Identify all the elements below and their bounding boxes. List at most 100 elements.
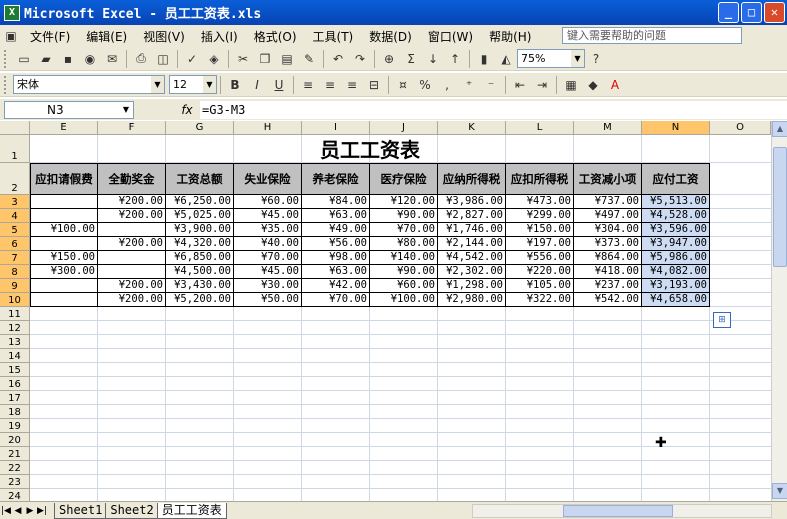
table-cell[interactable]: ¥3,986.00	[438, 195, 506, 209]
row-header[interactable]: 6	[0, 237, 30, 251]
hyperlink-icon[interactable]: ⊕	[379, 49, 399, 69]
borders-icon[interactable]: ▦	[561, 75, 581, 95]
chevron-down-icon[interactable]: ▼	[571, 50, 584, 67]
close-button[interactable]: ✕	[764, 2, 785, 23]
table-cell[interactable]: ¥56.00	[302, 237, 370, 251]
percent-icon[interactable]: %	[415, 75, 435, 95]
autofill-options-icon[interactable]: ⊞	[713, 312, 731, 328]
column-label[interactable]: 应纳所得税	[438, 163, 506, 195]
column-header-n[interactable]: N	[642, 121, 710, 135]
table-cell[interactable]: ¥140.00	[370, 251, 438, 265]
column-label[interactable]: 应扣所得税	[506, 163, 574, 195]
column-label[interactable]: 医疗保险	[370, 163, 438, 195]
column-header-j[interactable]: J	[370, 121, 438, 135]
email-icon[interactable]: ✉	[102, 49, 122, 69]
table-cell[interactable]: ¥5,513.00	[642, 195, 710, 209]
autosum-icon[interactable]: Σ	[401, 49, 421, 69]
row-header[interactable]: 5	[0, 223, 30, 237]
row-header[interactable]: 20	[0, 433, 30, 447]
table-cell[interactable]: ¥100.00	[370, 293, 438, 307]
table-cell[interactable]: ¥1,746.00	[438, 223, 506, 237]
table-cell[interactable]	[30, 195, 98, 209]
toolbar-grip[interactable]	[4, 49, 9, 68]
table-cell[interactable]: ¥6,850.00	[166, 251, 234, 265]
table-cell[interactable]	[98, 223, 166, 237]
row-header[interactable]: 23	[0, 475, 30, 489]
table-cell[interactable]	[30, 237, 98, 251]
table-cell[interactable]: ¥70.00	[234, 251, 302, 265]
sheet-title[interactable]: 员工工资表	[30, 137, 710, 163]
row-header[interactable]: 18	[0, 405, 30, 419]
table-cell[interactable]: ¥45.00	[234, 265, 302, 279]
column-header-g[interactable]: G	[166, 121, 234, 135]
merge-center-icon[interactable]: ⊟	[364, 75, 384, 95]
table-cell[interactable]: ¥237.00	[574, 279, 642, 293]
zoom-select[interactable]: 75% ▼	[517, 49, 585, 68]
table-cell[interactable]: ¥200.00	[98, 293, 166, 307]
row-header[interactable]: 11	[0, 307, 30, 321]
help-search-input[interactable]: 键入需要帮助的问题	[562, 27, 742, 44]
decrease-decimal-icon[interactable]: ⁻	[481, 75, 501, 95]
table-cell[interactable]: ¥497.00	[574, 209, 642, 223]
table-cell[interactable]	[30, 293, 98, 307]
font-color-icon[interactable]: A	[605, 75, 625, 95]
column-header-f[interactable]: F	[98, 121, 166, 135]
column-header-h[interactable]: H	[234, 121, 302, 135]
table-cell[interactable]: ¥105.00	[506, 279, 574, 293]
comma-icon[interactable]: ,	[437, 75, 457, 95]
spelling-icon[interactable]: ✓	[182, 49, 202, 69]
row-header[interactable]: 2	[0, 163, 30, 195]
scroll-down-icon[interactable]: ▼	[772, 483, 787, 499]
research-icon[interactable]: ◈	[204, 49, 224, 69]
table-cell[interactable]: ¥4,658.00	[642, 293, 710, 307]
vertical-scrollbar[interactable]: ▲ ▼	[771, 121, 787, 501]
table-cell[interactable]: ¥49.00	[302, 223, 370, 237]
doc-icon[interactable]: ▣	[1, 26, 21, 46]
table-cell[interactable]: ¥70.00	[302, 293, 370, 307]
table-cell[interactable]: ¥3,430.00	[166, 279, 234, 293]
column-header-l[interactable]: L	[506, 121, 574, 135]
table-cell[interactable]: ¥200.00	[98, 195, 166, 209]
help-icon[interactable]: ?	[586, 49, 606, 69]
table-cell[interactable]: ¥63.00	[302, 209, 370, 223]
table-cell[interactable]: ¥3,596.00	[642, 223, 710, 237]
table-cell[interactable]: ¥35.00	[234, 223, 302, 237]
table-cell[interactable]: ¥120.00	[370, 195, 438, 209]
drawing-icon[interactable]: ◭	[496, 49, 516, 69]
table-cell[interactable]: ¥6,250.00	[166, 195, 234, 209]
table-cell[interactable]: ¥4,528.00	[642, 209, 710, 223]
table-cell[interactable]: ¥556.00	[506, 251, 574, 265]
align-right-icon[interactable]: ≡	[342, 75, 362, 95]
row-header[interactable]: 13	[0, 335, 30, 349]
table-cell[interactable]: ¥150.00	[506, 223, 574, 237]
table-cell[interactable]: ¥3,193.00	[642, 279, 710, 293]
table-cell[interactable]: ¥2,302.00	[438, 265, 506, 279]
prev-sheet-icon[interactable]: ◀	[12, 506, 24, 516]
sheet-tab-sheet1[interactable]: Sheet1	[54, 502, 108, 519]
row-header[interactable]: 4	[0, 209, 30, 223]
column-label[interactable]: 养老保险	[302, 163, 370, 195]
row-header[interactable]: 19	[0, 419, 30, 433]
row-header[interactable]: 12	[0, 321, 30, 335]
paste-icon[interactable]: ▤	[277, 49, 297, 69]
row-header[interactable]: 24	[0, 489, 30, 501]
print-preview-icon[interactable]: ◫	[153, 49, 173, 69]
name-box[interactable]: N3 ▼	[4, 100, 134, 119]
chart-icon[interactable]: ▮	[474, 49, 494, 69]
undo-icon[interactable]: ↶	[328, 49, 348, 69]
table-cell[interactable]: ¥5,200.00	[166, 293, 234, 307]
redo-icon[interactable]: ↷	[350, 49, 370, 69]
formula-input[interactable]: =G3-M3	[200, 100, 787, 119]
sort-descending-icon[interactable]: ↑	[445, 49, 465, 69]
menu-data[interactable]: 数据(D)	[361, 28, 420, 45]
row-header[interactable]: 16	[0, 377, 30, 391]
font-select[interactable]: 宋体 ▼	[13, 75, 165, 94]
table-cell[interactable]: ¥4,320.00	[166, 237, 234, 251]
table-cell[interactable]: ¥304.00	[574, 223, 642, 237]
table-cell[interactable]: ¥100.00	[30, 223, 98, 237]
table-cell[interactable]: ¥2,144.00	[438, 237, 506, 251]
menu-edit[interactable]: 编辑(E)	[78, 28, 135, 45]
table-cell[interactable]	[30, 279, 98, 293]
menu-view[interactable]: 视图(V)	[135, 28, 193, 45]
table-cell[interactable]: ¥2,827.00	[438, 209, 506, 223]
